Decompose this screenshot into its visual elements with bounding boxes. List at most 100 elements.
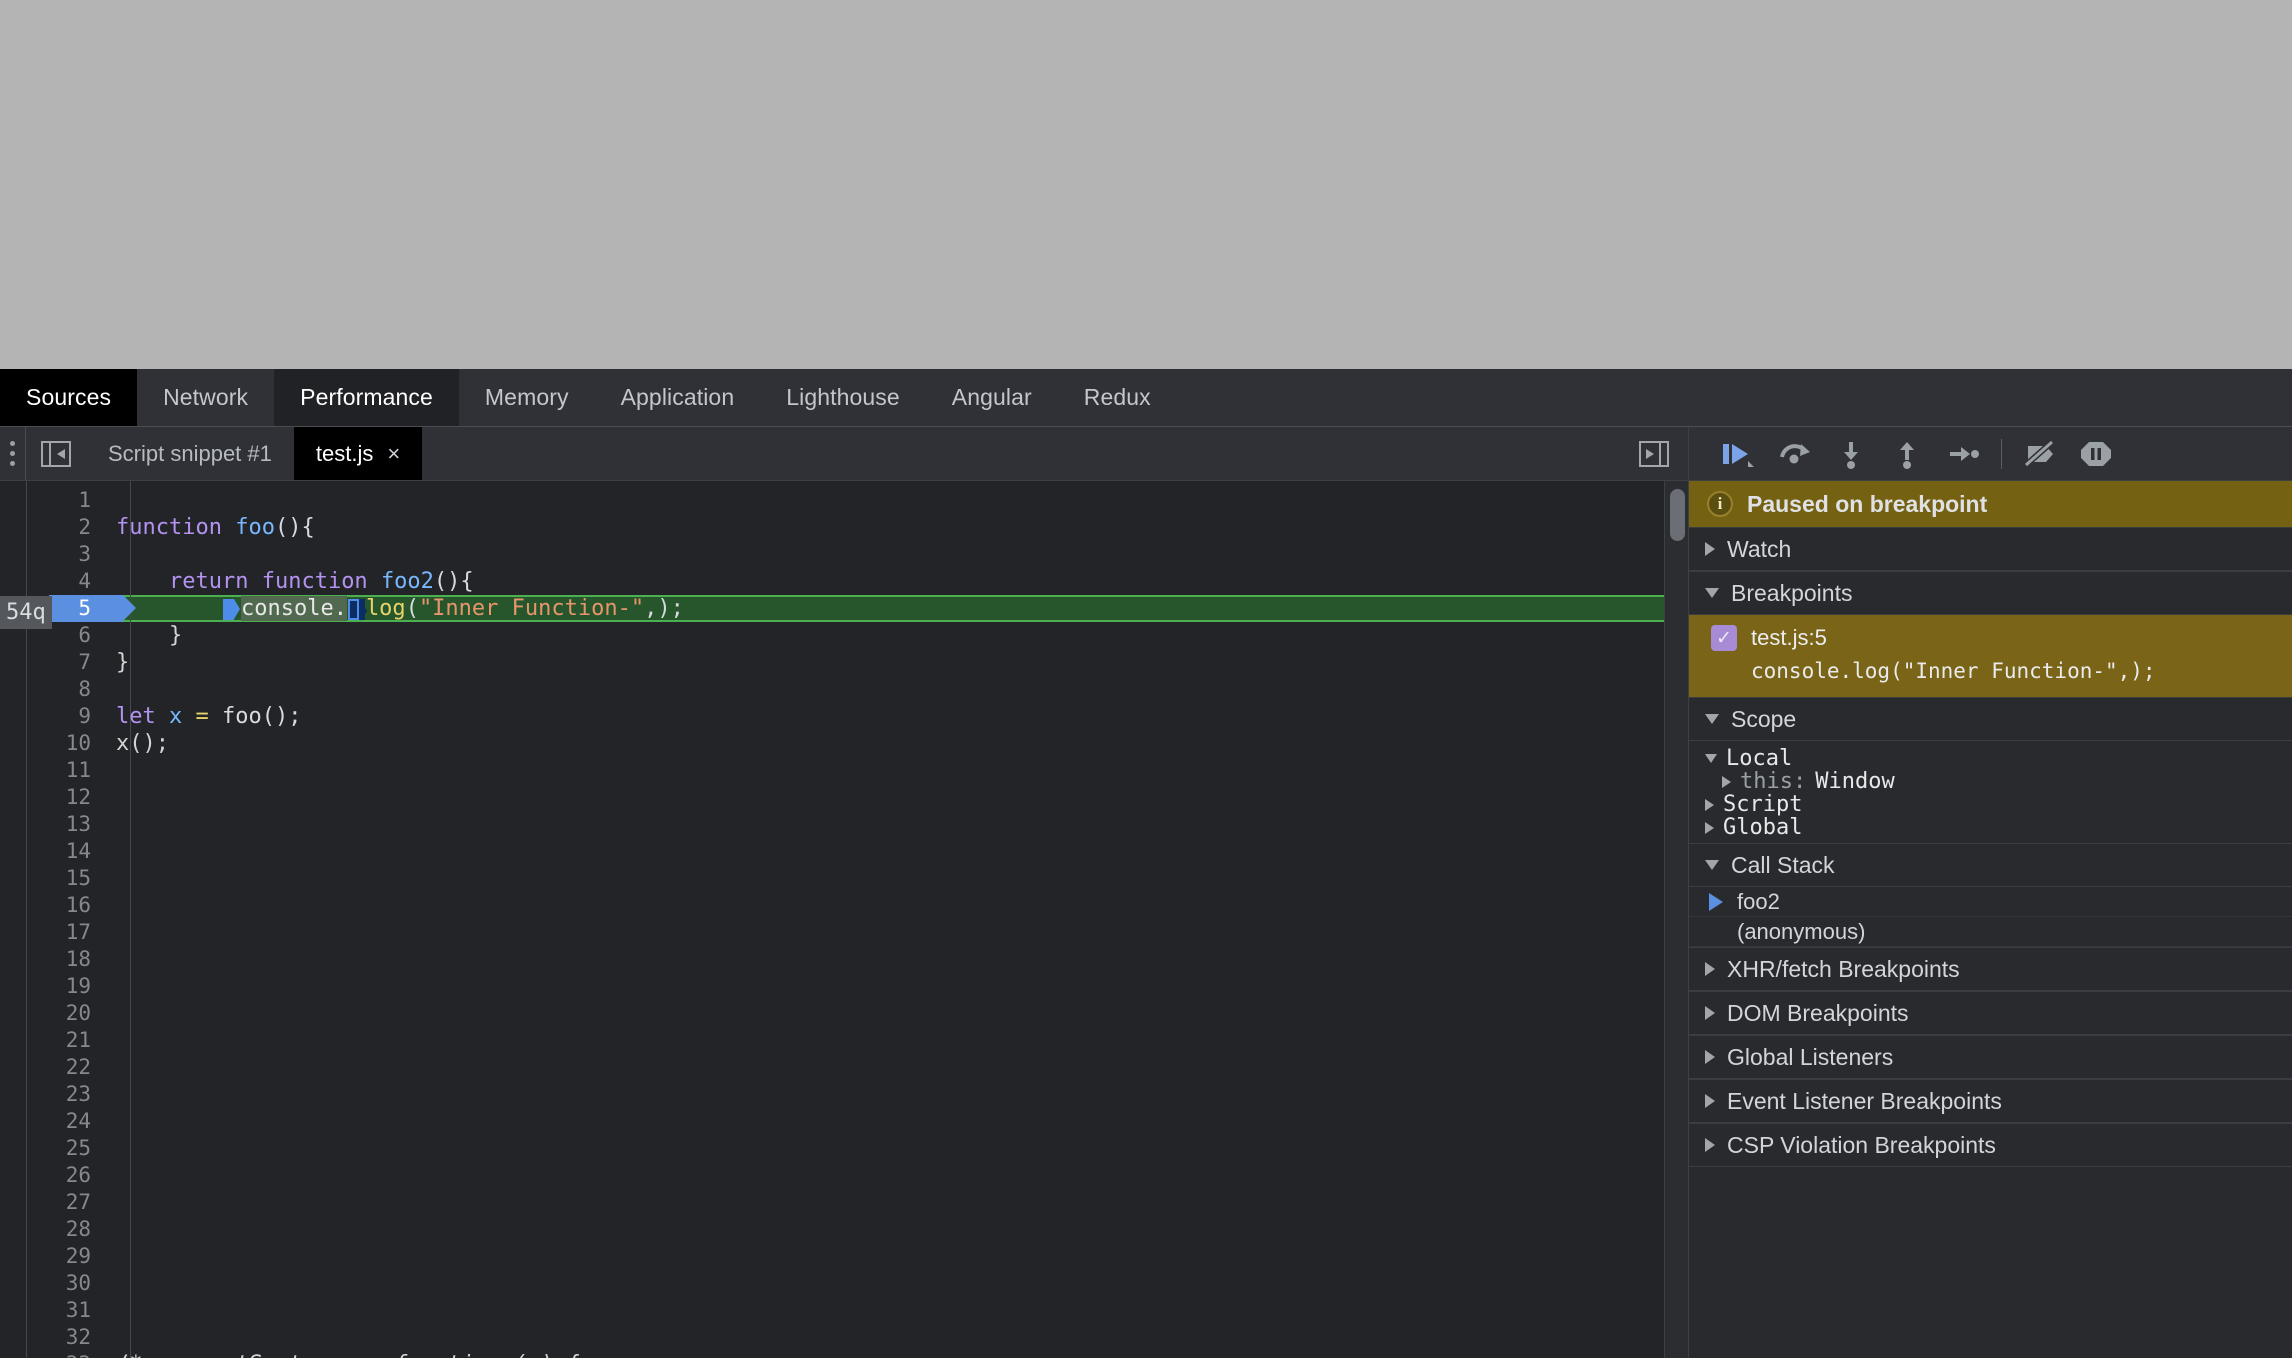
code-line[interactable]: 19	[27, 973, 1688, 1000]
token-keyword: function	[261, 569, 368, 594]
tab-angular[interactable]: Angular	[926, 369, 1058, 426]
show-navigator-icon[interactable]	[26, 427, 86, 480]
code-line-executing[interactable]: 5 console. log("Inner Function-",);	[27, 595, 1688, 622]
line-number: 14	[65, 839, 91, 863]
editor-vertical-scrollbar[interactable]	[1664, 481, 1688, 1358]
code-line[interactable]: 21	[27, 1027, 1688, 1054]
file-tab-test-js[interactable]: test.js ×	[293, 427, 423, 480]
step-into-icon[interactable]	[1823, 432, 1879, 476]
tab-lighthouse[interactable]: Lighthouse	[760, 369, 926, 426]
chevron-right-icon	[1705, 1050, 1715, 1064]
section-label: Scope	[1731, 705, 1797, 732]
code-line[interactable]: 28	[27, 1216, 1688, 1243]
scope-label: Script	[1723, 792, 1803, 817]
line-text: }	[116, 623, 183, 648]
code-line[interactable]: 4 return function foo2(){	[27, 568, 1688, 595]
code-line[interactable]: 16	[27, 892, 1688, 919]
step-icon[interactable]	[1935, 432, 1991, 476]
code-line[interactable]: 13	[27, 811, 1688, 838]
section-header-global-listeners[interactable]: Global Listeners	[1689, 1035, 2292, 1079]
section-label: Call Stack	[1731, 851, 1835, 878]
code-line[interactable]: 1	[27, 487, 1688, 514]
kebab-dot	[10, 441, 15, 446]
scrollbar-thumb[interactable]	[1670, 489, 1685, 541]
call-stack-frame-foo2[interactable]: foo2	[1689, 887, 2292, 917]
line-text: }	[116, 650, 130, 675]
line-number: 29	[65, 1244, 91, 1268]
deactivate-breakpoints-icon[interactable]	[2012, 432, 2068, 476]
section-header-breakpoints[interactable]: Breakpoints	[1689, 571, 2292, 615]
tab-performance[interactable]: Performance	[274, 369, 459, 426]
breakpoint-item[interactable]: ✓ test.js:5 console.log("Inner Function-…	[1689, 615, 2292, 697]
section-header-csp-violation-breakpoints[interactable]: CSP Violation Breakpoints	[1689, 1123, 2292, 1167]
call-stack-frame-anonymous[interactable]: (anonymous)	[1689, 917, 2292, 947]
code-line[interactable]: 8	[27, 676, 1688, 703]
screenshot-root: Sources Network Performance Memory Appli…	[0, 0, 2292, 1358]
tab-sources[interactable]: Sources	[0, 369, 138, 426]
pause-on-exceptions-icon[interactable]	[2068, 432, 2124, 476]
scope-row-global[interactable]: Global	[1689, 815, 2292, 840]
code-line[interactable]: 12	[27, 784, 1688, 811]
code-line[interactable]: 25	[27, 1135, 1688, 1162]
line-number: 27	[65, 1190, 91, 1214]
chevron-down-icon	[1705, 588, 1719, 598]
code-line[interactable]: 20	[27, 1000, 1688, 1027]
editor-edge-tooltip: 54q	[0, 596, 52, 629]
show-debugger-sidebar-icon[interactable]	[1632, 437, 1676, 471]
resume-icon[interactable]	[1711, 432, 1767, 476]
code-line[interactable]: 26	[27, 1162, 1688, 1189]
code-line[interactable]: 7}	[27, 649, 1688, 676]
line-number: 4	[78, 569, 91, 593]
tab-application[interactable]: Application	[595, 369, 761, 426]
code-scroll-container[interactable]: 1 2 function foo(){ 3 4 return function f…	[27, 481, 1688, 1358]
tab-label: Sources	[26, 384, 112, 410]
step-over-icon[interactable]	[1767, 432, 1823, 476]
code-line[interactable]: 29	[27, 1243, 1688, 1270]
call-frame-marker-icon[interactable]	[222, 598, 240, 620]
code-line[interactable]: 22	[27, 1054, 1688, 1081]
code-line[interactable]: 10 x();	[27, 730, 1688, 757]
section-header-dom-breakpoints[interactable]: DOM Breakpoints	[1689, 991, 2292, 1035]
tab-redux[interactable]: Redux	[1058, 369, 1177, 426]
code-line[interactable]: 11	[27, 757, 1688, 784]
scope-row-local[interactable]: Local	[1689, 746, 2292, 771]
code-line[interactable]: 24	[27, 1108, 1688, 1135]
code-line[interactable]: 27	[27, 1189, 1688, 1216]
call-frame-marker-selected-icon[interactable]	[347, 598, 367, 621]
code-line[interactable]: 31	[27, 1297, 1688, 1324]
tab-memory[interactable]: Memory	[459, 369, 595, 426]
line-number: 8	[78, 677, 91, 701]
tab-network[interactable]: Network	[137, 369, 274, 426]
code-line[interactable]: 3	[27, 541, 1688, 568]
step-out-icon[interactable]	[1879, 432, 1935, 476]
section-header-xhr-fetch-breakpoints[interactable]: XHR/fetch Breakpoints	[1689, 947, 2292, 991]
token-call: foo();	[222, 704, 302, 729]
breakpoint-checkbox[interactable]: ✓	[1711, 625, 1737, 651]
code-line[interactable]: 9 let x = foo();	[27, 703, 1688, 730]
section-header-watch[interactable]: Watch	[1689, 527, 2292, 571]
code-line[interactable]: 6 }	[27, 622, 1688, 649]
token-keyword: function	[116, 515, 222, 540]
section-header-call-stack[interactable]: Call Stack	[1689, 843, 2292, 887]
code-line[interactable]: 2 function foo(){	[27, 514, 1688, 541]
chevron-right-icon	[1705, 542, 1715, 556]
code-line[interactable]: 23	[27, 1081, 1688, 1108]
code-line[interactable]: 17	[27, 919, 1688, 946]
page-viewport	[0, 0, 2292, 369]
section-header-scope[interactable]: Scope	[1689, 697, 2292, 741]
file-tab-script-snippet-1[interactable]: Script snippet #1	[86, 427, 294, 480]
close-icon[interactable]: ×	[387, 442, 400, 465]
scope-row-this[interactable]: this: Window	[1689, 769, 2292, 794]
section-header-event-listener-breakpoints[interactable]: Event Listener Breakpoints	[1689, 1079, 2292, 1123]
code-editor-area[interactable]: 1 2 function foo(){ 3 4 return function f…	[0, 481, 1688, 1358]
code-line[interactable]: 33/*var sortSentence = function (s) {	[27, 1351, 1688, 1358]
line-number: 20	[65, 1001, 91, 1025]
code-line[interactable]: 15	[27, 865, 1688, 892]
scope-row-script[interactable]: Script	[1689, 792, 2292, 817]
token-method: log	[365, 596, 406, 621]
code-line[interactable]: 18	[27, 946, 1688, 973]
code-line[interactable]: 32	[27, 1324, 1688, 1351]
code-line[interactable]: 30	[27, 1270, 1688, 1297]
more-options-kebab-icon[interactable]	[0, 427, 26, 480]
code-line[interactable]: 14	[27, 838, 1688, 865]
